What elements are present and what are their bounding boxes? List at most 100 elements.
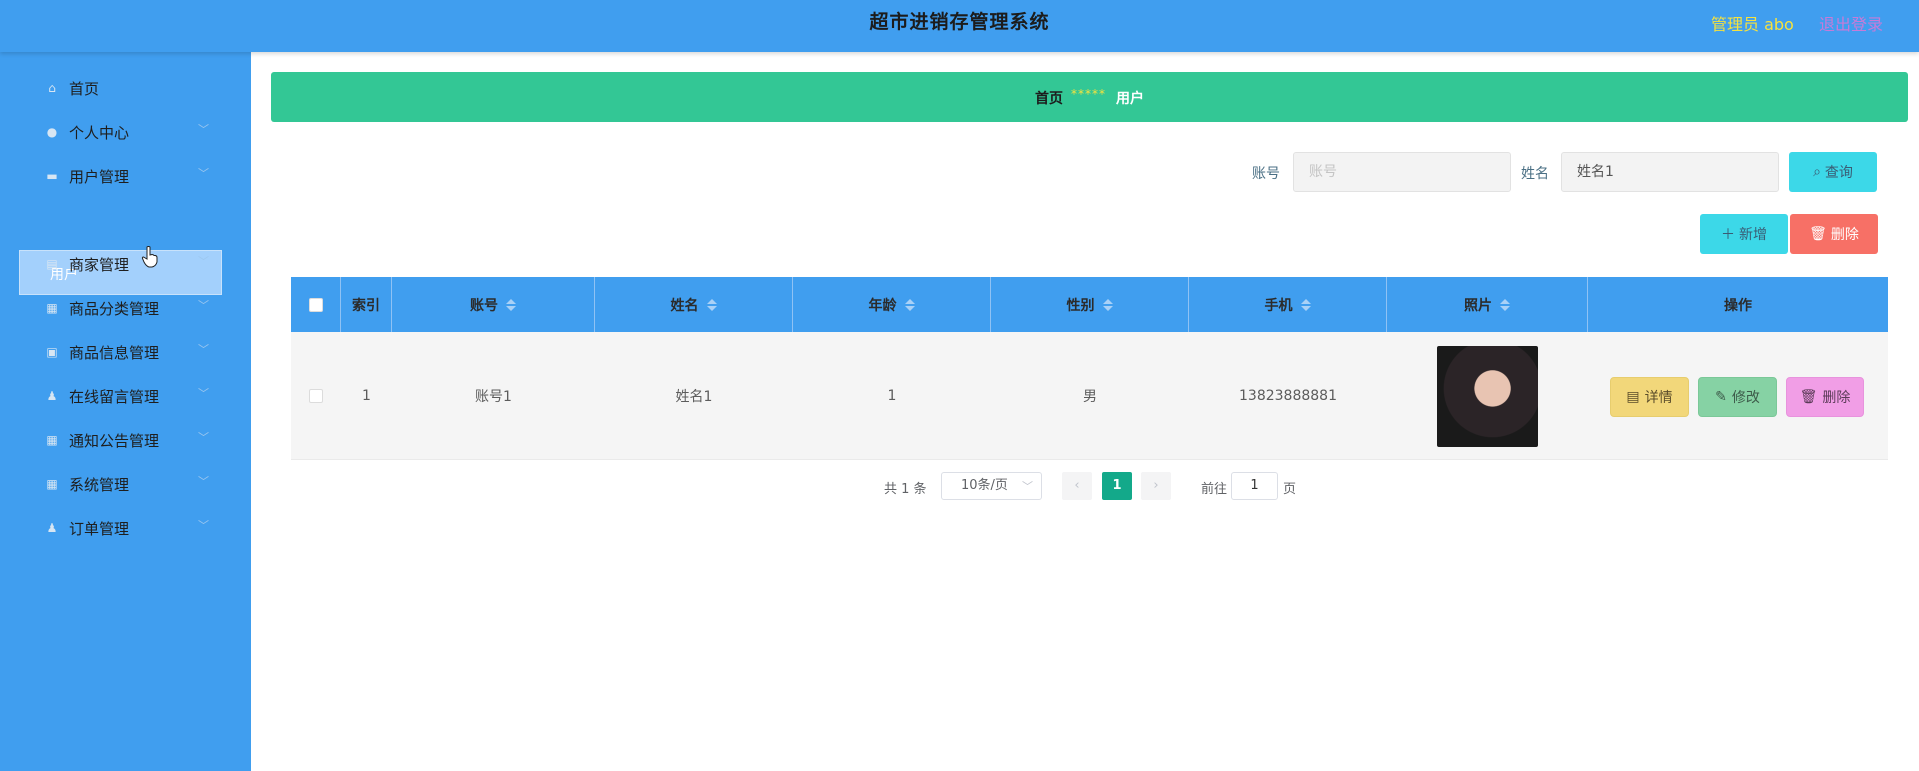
sidebar-item-order-management[interactable]: ♟ 订单管理 ﹀ bbox=[0, 508, 251, 548]
goto-page-input[interactable]: 1 bbox=[1231, 472, 1278, 500]
sidebar-item-label: 用户管理 bbox=[69, 168, 130, 186]
sidebar-item-system-management[interactable]: ▦ 系统管理 ﹀ bbox=[0, 464, 251, 504]
sidebar-item-label: 商品分类管理 bbox=[69, 300, 160, 318]
account-label: 账号 bbox=[1252, 166, 1280, 182]
sidebar-item-user-management[interactable]: ▬ 用户管理 ﹀ bbox=[0, 156, 251, 196]
column-header-label: 性别 bbox=[1066, 297, 1095, 314]
cell-account: 账号1 bbox=[475, 389, 512, 405]
folder-icon: ▣ bbox=[46, 345, 58, 359]
column-header-label: 账号 bbox=[470, 297, 498, 314]
page-size-value: 10条/页 bbox=[961, 478, 1008, 493]
add-button[interactable]: ＋ 新增 bbox=[1700, 214, 1788, 254]
cell-phone: 13823888881 bbox=[1239, 388, 1337, 404]
trash-icon: 🗑 bbox=[1799, 389, 1818, 405]
detail-button[interactable]: ▤ 详情 bbox=[1610, 377, 1689, 417]
next-page-button[interactable]: › bbox=[1141, 472, 1171, 500]
sidebar-item-label: 个人中心 bbox=[69, 124, 130, 142]
sort-icon[interactable] bbox=[1300, 298, 1311, 311]
user-photo[interactable] bbox=[1437, 345, 1538, 447]
column-header-label: 索引 bbox=[352, 297, 380, 314]
sidebar-item-label: 系统管理 bbox=[69, 476, 130, 494]
select-all-cell bbox=[291, 277, 341, 332]
column-header-age[interactable]: 年龄 bbox=[793, 277, 991, 332]
batch-delete-button[interactable]: 🗑 删除 bbox=[1790, 214, 1878, 254]
column-header-label: 照片 bbox=[1464, 297, 1492, 314]
top-header: 超市进销存管理系统 管理员 abo 退出登录 bbox=[0, 0, 1919, 52]
sort-icon[interactable] bbox=[706, 298, 717, 311]
edit-button[interactable]: ✎ 修改 bbox=[1698, 377, 1777, 417]
chevron-down-icon: ﹀ bbox=[198, 343, 209, 356]
sidebar-item-label: 订单管理 bbox=[69, 520, 130, 538]
row-checkbox[interactable] bbox=[309, 389, 323, 403]
goto-label: 前往 bbox=[1201, 482, 1228, 497]
home-icon: ⌂ bbox=[48, 81, 56, 95]
sidebar: ⌂ 首页 ● 个人中心 ﹀ ▬ 用户管理 ﹀ 用户 ▤ 商家管理 ﹀ ▦ 商品分… bbox=[0, 52, 251, 771]
cell-name: 姓名1 bbox=[675, 389, 713, 405]
column-header-label: 操作 bbox=[1724, 297, 1752, 314]
person-icon: ♟ bbox=[46, 521, 58, 535]
chevron-down-icon: ﹀ bbox=[198, 475, 209, 488]
sidebar-item-label: 首页 bbox=[69, 80, 100, 98]
column-header-label: 年龄 bbox=[868, 297, 897, 314]
sidebar-item-label: 通知公告管理 bbox=[69, 432, 160, 450]
pencil-icon: ✎ bbox=[1715, 389, 1727, 405]
sort-icon[interactable] bbox=[1102, 298, 1113, 311]
delete-button-label: 删除 bbox=[1830, 227, 1859, 243]
monitor-icon: ▬ bbox=[46, 169, 58, 183]
grid-icon: ▦ bbox=[46, 477, 58, 491]
grid-icon: ▦ bbox=[46, 433, 58, 447]
plus-icon: ＋ bbox=[1721, 227, 1735, 243]
sidebar-item-label: 商品信息管理 bbox=[69, 344, 160, 362]
column-header-phone[interactable]: 手机 bbox=[1189, 277, 1387, 332]
sidebar-item-label: 在线留言管理 bbox=[69, 388, 160, 406]
chevron-down-icon: ﹀ bbox=[198, 519, 209, 532]
cell-index: 1 bbox=[362, 388, 371, 404]
breadcrumb: 首页 ***** 用户 bbox=[271, 72, 1908, 122]
query-button-label: 查询 bbox=[1824, 165, 1853, 181]
prev-page-button[interactable]: ‹ bbox=[1062, 472, 1092, 500]
column-header-name[interactable]: 姓名 bbox=[595, 277, 793, 332]
sidebar-item-merchant-management[interactable]: ▤ 商家管理 ﹀ bbox=[0, 244, 251, 284]
current-user-label: 管理员 abo bbox=[1711, 15, 1794, 34]
document-icon: ▤ bbox=[1626, 389, 1640, 405]
sort-icon[interactable] bbox=[1500, 298, 1510, 311]
select-all-checkbox[interactable] bbox=[308, 297, 323, 312]
query-button[interactable]: ⌕ 查询 bbox=[1789, 152, 1877, 192]
grid-icon: ▦ bbox=[46, 301, 58, 315]
name-search-input[interactable]: 姓名1 bbox=[1561, 152, 1779, 192]
column-header-label: 姓名 bbox=[670, 297, 699, 314]
logout-link[interactable]: 退出登录 bbox=[1819, 11, 1883, 35]
user-icon: ● bbox=[46, 125, 58, 139]
add-button-label: 新增 bbox=[1739, 227, 1767, 243]
page-size-select[interactable]: 10条/页 ﹀ bbox=[941, 472, 1042, 500]
page-suffix-label: 页 bbox=[1283, 482, 1297, 497]
row-delete-button[interactable]: 🗑 删除 bbox=[1786, 377, 1864, 417]
sidebar-item-personal-center[interactable]: ● 个人中心 ﹀ bbox=[0, 112, 251, 152]
cell-age: 1 bbox=[887, 388, 897, 404]
breadcrumb-home[interactable]: 首页 bbox=[1035, 88, 1063, 108]
sidebar-item-product-management[interactable]: ▣ 商品信息管理 ﹀ bbox=[0, 332, 251, 372]
sidebar-item-label: 商家管理 bbox=[69, 256, 130, 274]
cell-gender: 男 bbox=[1083, 389, 1097, 405]
column-header-photo[interactable]: 照片 bbox=[1387, 277, 1588, 332]
clipboard-icon: ▤ bbox=[46, 257, 58, 271]
chevron-down-icon: ﹀ bbox=[1022, 480, 1033, 493]
chevron-down-icon: ﹀ bbox=[198, 299, 209, 312]
search-icon: ⌕ bbox=[1813, 164, 1821, 180]
chevron-down-icon: ﹀ bbox=[198, 255, 209, 268]
account-search-input[interactable]: 账号 bbox=[1293, 152, 1511, 192]
column-header-gender[interactable]: 性别 bbox=[991, 277, 1189, 332]
column-header-account[interactable]: 账号 bbox=[392, 277, 595, 332]
edit-button-label: 修改 bbox=[1731, 390, 1760, 406]
sidebar-item-message-management[interactable]: ♟ 在线留言管理 ﹀ bbox=[0, 376, 251, 416]
table-header: 索引 账号 姓名 年龄 性别 手机 照片 操作 bbox=[291, 277, 1888, 332]
sort-icon[interactable] bbox=[904, 298, 915, 311]
chevron-down-icon: ﹀ bbox=[198, 123, 209, 136]
sidebar-item-notice-management[interactable]: ▦ 通知公告管理 ﹀ bbox=[0, 420, 251, 460]
page-number-1[interactable]: 1 bbox=[1102, 472, 1132, 500]
sidebar-item-category-management[interactable]: ▦ 商品分类管理 ﹀ bbox=[0, 288, 251, 328]
sidebar-item-home[interactable]: ⌂ 首页 bbox=[0, 68, 251, 108]
sort-icon[interactable] bbox=[506, 298, 516, 311]
person-icon: ♟ bbox=[46, 389, 58, 403]
row-select-cell bbox=[291, 332, 341, 460]
